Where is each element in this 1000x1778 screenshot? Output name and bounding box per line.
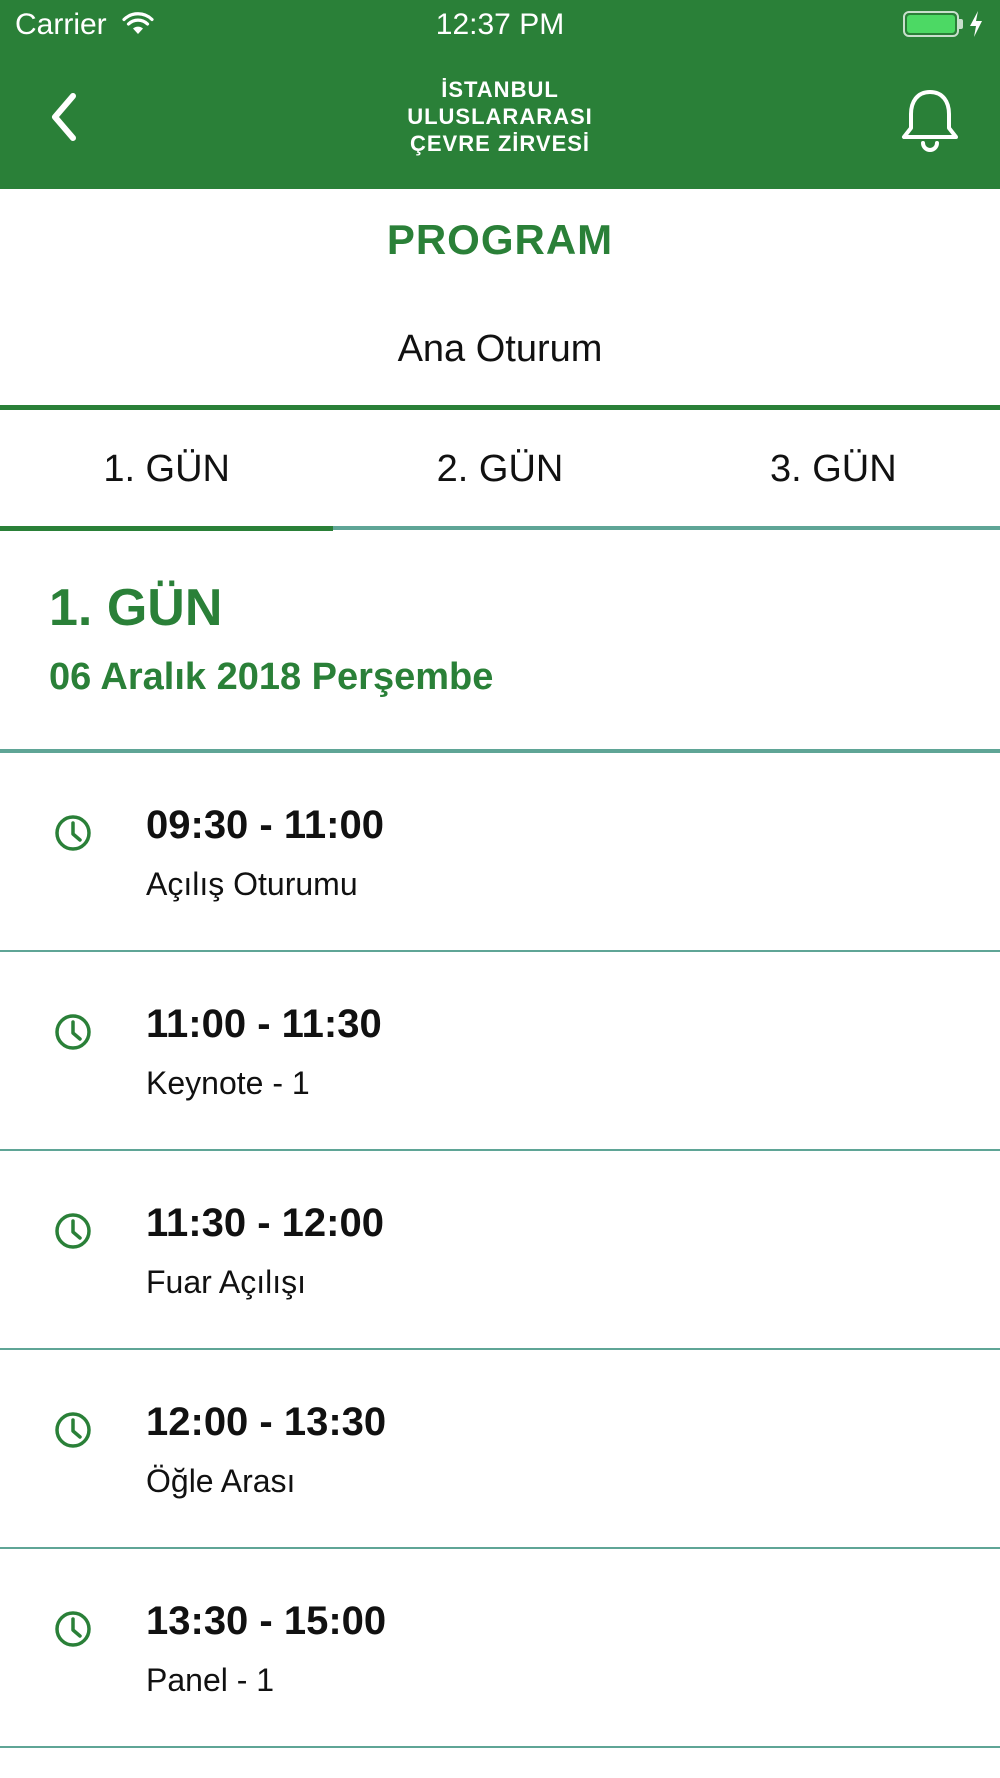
- schedule-item[interactable]: 12:00 - 13:30 Öğle Arası: [0, 1350, 1000, 1549]
- schedule-item[interactable]: 09:30 - 11:00 Açılış Oturumu: [0, 753, 1000, 952]
- schedule-time: 12:00 - 13:30: [146, 1400, 387, 1444]
- schedule-title: Fuar Açılışı: [146, 1264, 307, 1300]
- schedule-time: 13:30 - 15:00: [146, 1599, 387, 1643]
- tab-selected-indicator: [0, 526, 333, 531]
- tab-day-2[interactable]: 2. GÜN: [333, 410, 666, 528]
- schedule-title: Açılış Oturumu: [146, 866, 358, 902]
- logo-line: ULUSLARARASI: [407, 104, 593, 129]
- schedule-time: 11:30 - 12:00: [146, 1201, 384, 1245]
- chevron-left-icon: [52, 93, 76, 141]
- day-date: 06 Aralık 2018 Perşembe: [49, 656, 494, 698]
- bell-icon: [902, 90, 958, 152]
- clock-icon: [55, 815, 91, 851]
- schedule-item[interactable]: 11:30 - 12:00 Fuar Açılışı: [0, 1151, 1000, 1350]
- schedule-time: 11:00 - 11:30: [146, 1002, 382, 1046]
- schedule-title: Keynote - 1: [146, 1065, 310, 1101]
- schedule-item[interactable]: 13:30 - 15:00 Panel - 1: [0, 1549, 1000, 1748]
- day-title: 1. GÜN: [49, 579, 223, 637]
- schedule-title: Panel - 1: [146, 1662, 275, 1698]
- logo-line: ÇEVRE ZİRVESİ: [409, 131, 591, 156]
- clock-icon: [55, 1213, 91, 1249]
- clock-icon: [55, 1412, 91, 1448]
- battery-tip: [959, 19, 963, 29]
- tab-day-1[interactable]: 1. GÜN: [0, 410, 333, 528]
- app-header: Carrier 12:37 PM İSTANBUL ULUSLARARASI Ç…: [0, 0, 1000, 189]
- logo-line: İSTANBUL: [441, 77, 559, 102]
- status-bar: Carrier 12:37 PM: [0, 0, 1000, 50]
- page-title: PROGRAM: [386, 216, 614, 263]
- schedule-time: 09:30 - 11:00: [146, 803, 384, 847]
- summit-logo: İSTANBUL ULUSLARARASI ÇEVRE ZİRVESİ: [380, 76, 620, 157]
- day-tabs: 1. GÜN 2. GÜN 3. GÜN: [0, 410, 1000, 528]
- notifications-button[interactable]: [895, 84, 965, 154]
- back-button[interactable]: [40, 88, 100, 148]
- tab-day-3[interactable]: 3. GÜN: [667, 410, 1000, 528]
- status-time: 12:37 PM: [435, 8, 565, 41]
- schedule-title: Öğle Arası: [146, 1463, 296, 1499]
- schedule-item[interactable]: 11:00 - 11:30 Keynote - 1: [0, 952, 1000, 1151]
- battery-icon: [903, 11, 959, 37]
- clock-icon: [55, 1611, 91, 1647]
- schedule-list: 09:30 - 11:00 Açılış Oturumu 11:00 - 11:…: [0, 753, 1000, 1748]
- clock-icon: [55, 1014, 91, 1050]
- session-label: Ana Oturum: [397, 328, 603, 370]
- charging-bolt-icon: [968, 10, 984, 43]
